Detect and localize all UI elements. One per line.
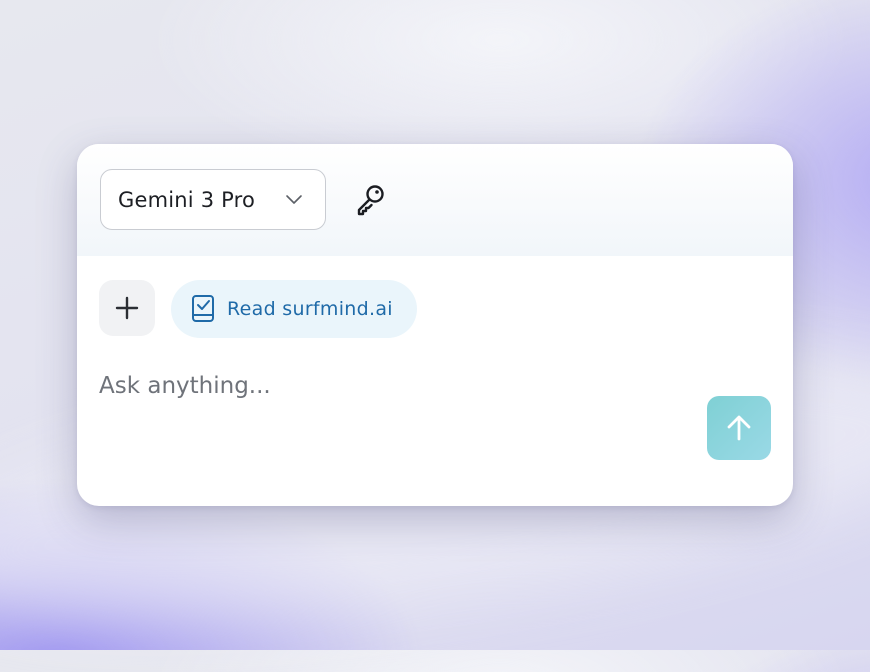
plus-icon [115, 296, 139, 320]
ask-input[interactable] [99, 366, 659, 406]
key-icon[interactable] [353, 182, 389, 218]
model-selector-dropdown[interactable]: Gemini 3 Pro [100, 169, 326, 230]
arrow-up-icon [727, 415, 751, 441]
chevron-down-icon [286, 195, 302, 204]
send-button[interactable] [707, 396, 771, 460]
read-page-chip[interactable]: Read surfmind.ai [171, 280, 417, 338]
read-page-chip-label: Read surfmind.ai [227, 298, 393, 320]
add-context-button[interactable] [99, 280, 155, 336]
book-check-icon [192, 295, 214, 322]
model-selector-label: Gemini 3 Pro [118, 187, 256, 212]
chat-composer-card: Gemini 3 Pro Read surfmind.ai [77, 144, 793, 506]
